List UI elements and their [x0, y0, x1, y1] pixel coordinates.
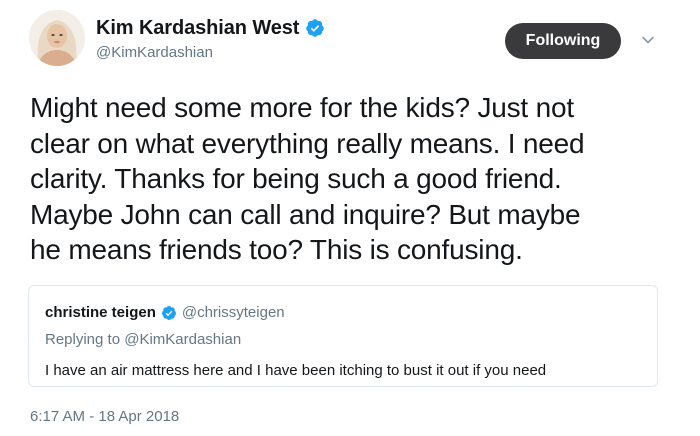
avatar[interactable] [29, 10, 85, 66]
quoted-author-row: christine teigen @chrissyteigen [45, 304, 285, 321]
quoted-tweet-text: I have an air mattress here and I have b… [45, 362, 547, 379]
quoted-handle: @chrissyteigen [181, 304, 285, 321]
replying-to-line: Replying to @KimKardashian [45, 331, 241, 348]
replying-prefix: Replying to [45, 331, 121, 348]
verified-badge-icon [306, 19, 325, 37]
following-button[interactable]: Following [505, 23, 621, 59]
quoted-display-name: christine teigen [45, 304, 156, 321]
chevron-down-icon[interactable] [640, 32, 656, 48]
tweet-timestamp[interactable]: 6:17 AM - 18 Apr 2018 [30, 408, 179, 425]
author-handle[interactable]: @KimKardashian [96, 44, 325, 61]
author-display-name[interactable]: Kim Kardashian West [96, 17, 299, 40]
tweet-card: Kim Kardashian West @KimKardashian Follo… [0, 0, 700, 436]
avatar-image [29, 10, 85, 66]
verified-badge-icon [161, 305, 176, 320]
author-block[interactable]: Kim Kardashian West @KimKardashian [96, 16, 325, 61]
replying-to-handle: @KimKardashian [124, 331, 242, 348]
tweet-text: Might need some more for the kids? Just … [30, 92, 585, 265]
author-name-row: Kim Kardashian West [96, 16, 325, 40]
quoted-tweet[interactable]: christine teigen @chrissyteigen Replying… [28, 285, 658, 387]
